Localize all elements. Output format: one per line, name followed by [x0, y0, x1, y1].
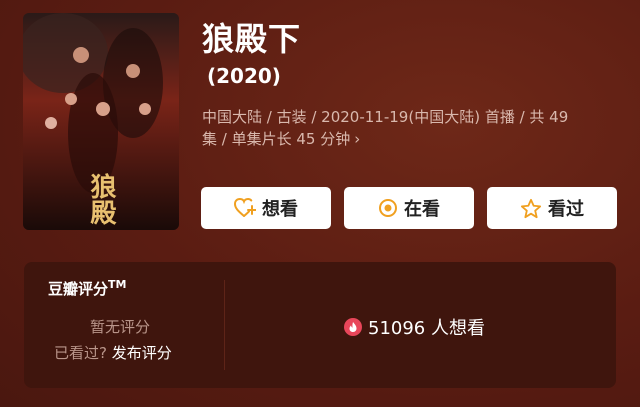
- chevron-right-icon: ›: [354, 130, 361, 148]
- want-count: 51096 人想看: [344, 314, 485, 340]
- meta-line-2-row: 集 / 单集片长 45 分钟 ›: [202, 128, 620, 150]
- want-to-watch-button[interactable]: 想看: [201, 187, 331, 229]
- panel-divider: [224, 280, 225, 370]
- no-rating-text: 暂无评分: [90, 318, 151, 336]
- star-icon: [520, 198, 542, 218]
- seen-prompt: 已看过? 发布评分: [54, 342, 172, 363]
- want-count-text: 51096 人想看: [368, 318, 485, 339]
- seen-prefix: 已看过?: [54, 344, 107, 362]
- meta-line-2: 集 / 单集片长 45 分钟: [202, 130, 351, 148]
- watched-label: 看过: [548, 199, 584, 220]
- poster-title-glyphs: 狼殿: [86, 172, 117, 225]
- watching-label: 在看: [404, 199, 440, 220]
- release-year: (2020): [207, 64, 281, 88]
- meta-line-1: 中国大陆 / 古装 / 2020-11-19(中国大陆) 首播 / 共 49: [202, 108, 569, 126]
- movie-meta[interactable]: 中国大陆 / 古装 / 2020-11-19(中国大陆) 首播 / 共 49 集…: [202, 106, 620, 150]
- publish-rating-link[interactable]: 发布评分: [112, 344, 172, 362]
- rating-title: 豆瓣评分TM: [48, 278, 126, 299]
- page-title: 狼殿下: [202, 20, 302, 58]
- watched-button[interactable]: 看过: [487, 187, 617, 229]
- want-to-watch-label: 想看: [262, 199, 298, 220]
- rating-title-text: 豆瓣评分: [48, 280, 109, 298]
- rating-panel: 豆瓣评分TM 暂无评分 已看过? 发布评分 51096 人想看: [24, 262, 616, 388]
- target-icon: [379, 199, 397, 217]
- heart-plus-icon: [234, 198, 256, 217]
- trademark-sign: TM: [108, 278, 127, 291]
- fire-icon: [344, 318, 362, 336]
- watching-button[interactable]: 在看: [344, 187, 474, 229]
- poster-image[interactable]: 狼殿: [23, 13, 179, 230]
